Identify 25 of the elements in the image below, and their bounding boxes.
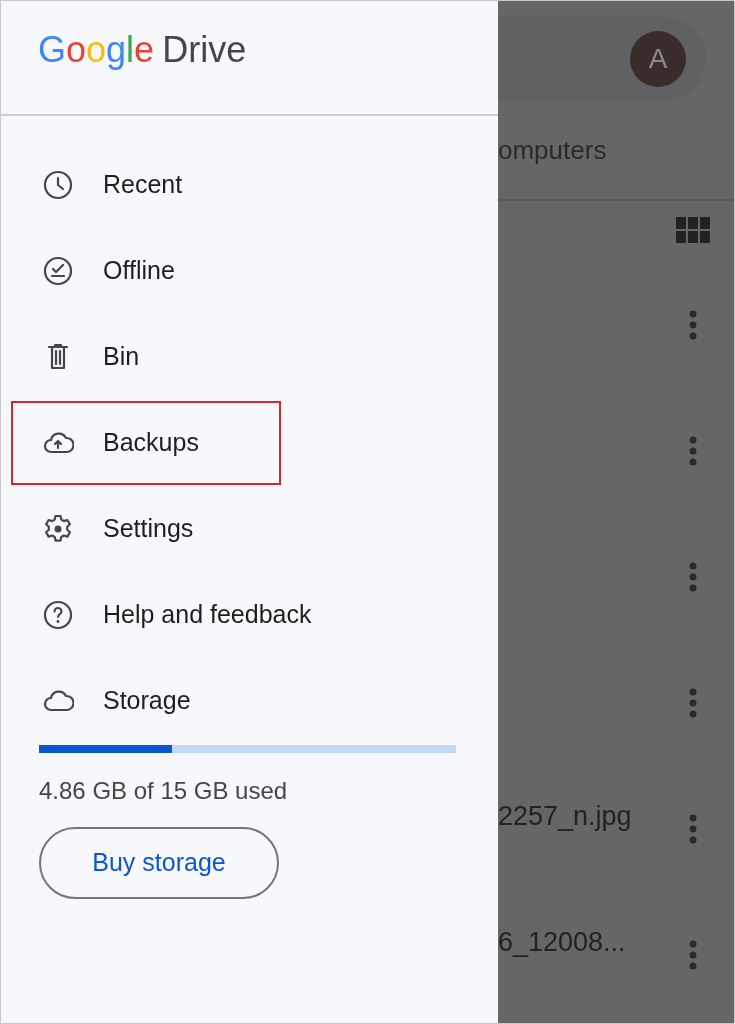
settings-icon <box>42 513 74 545</box>
drawer-item[interactable]: Offline <box>11 229 239 313</box>
drawer-item[interactable]: Backups <box>11 401 281 485</box>
drawer-item[interactable]: Bin <box>11 315 204 399</box>
storage-usage: 4.86 GB of 15 GB used <box>39 776 289 806</box>
offline-icon <box>42 255 74 287</box>
file-name: 6_12008... <box>498 925 626 959</box>
more-options-icon[interactable] <box>688 940 698 970</box>
grid-view-icon[interactable] <box>676 217 710 243</box>
drawer-item[interactable]: Help and feedback <box>11 573 376 657</box>
more-options-icon[interactable] <box>688 562 698 592</box>
help-icon <box>42 599 74 631</box>
buy-storage-button[interactable]: Buy storage <box>39 827 279 899</box>
more-options-icon[interactable] <box>688 436 698 466</box>
search-bar[interactable]: A <box>498 17 706 101</box>
avatar[interactable]: A <box>630 31 686 87</box>
google-drive-logo: Google Drive <box>38 31 247 68</box>
clock-icon <box>42 169 74 201</box>
more-options-icon[interactable] <box>688 814 698 844</box>
file-name: 2257_n.jpg <box>498 799 632 833</box>
drawer-item[interactable]: Storage <box>11 659 255 743</box>
more-options-icon[interactable] <box>688 688 698 718</box>
drawer-item[interactable]: Recent <box>11 143 247 227</box>
more-options-icon[interactable] <box>688 310 698 340</box>
drawer-item[interactable]: Settings <box>11 487 258 571</box>
